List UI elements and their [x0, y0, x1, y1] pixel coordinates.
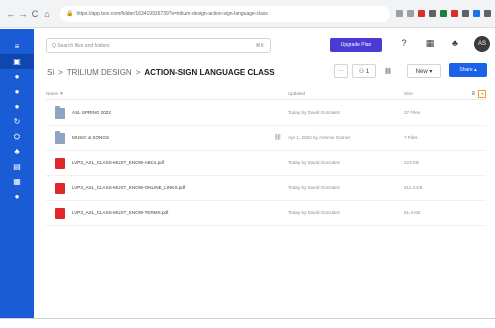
collections-icon[interactable]: ♣: [0, 144, 34, 159]
file-size: 61.4 KB: [404, 210, 421, 215]
file-size: 211.4 KB: [404, 185, 423, 190]
file-activity: Today by David Gonzalez: [288, 110, 341, 115]
back-icon[interactable]: ←: [6, 9, 16, 19]
menu-icon[interactable]: ≡: [0, 39, 34, 54]
copy-link-icon[interactable]: ⛓: [381, 64, 395, 78]
extension-grey-icon[interactable]: [429, 10, 436, 17]
breadcrumb-separator: >: [58, 67, 63, 77]
folder-icon: [55, 106, 65, 119]
home-icon[interactable]: ⌂: [42, 9, 52, 19]
pdf-file-icon: [55, 183, 65, 194]
pdf-file-icon: [55, 158, 65, 169]
file-size: 7 Files: [404, 135, 418, 140]
table-row[interactable]: LVP3_ASL_CLASS-MUST_KNOW-TERMS.pdf Today…: [46, 202, 486, 226]
files-icon[interactable]: ▣: [0, 54, 34, 69]
new-button[interactable]: New ▾: [407, 64, 441, 78]
list-view-icon[interactable]: ≡: [471, 91, 475, 97]
file-size: 37 Files: [404, 110, 421, 115]
file-name[interactable]: LVP3_ASL_CLASS-MUST_KNOW-TERMS.pdf: [72, 210, 168, 215]
settings-icon[interactable]: ⛭: [0, 129, 34, 144]
menu-kebab-icon[interactable]: [484, 10, 491, 17]
upgrade-plan-button[interactable]: Upgrade Plan: [330, 38, 382, 52]
forward-icon[interactable]: →: [18, 9, 28, 19]
folder-icon: [55, 131, 65, 144]
column-header-updated[interactable]: Updated: [288, 91, 305, 96]
address-bar[interactable]: 🔒 https://app.box.com/folder/16341992673…: [60, 5, 390, 22]
screen-bottom-edge: [0, 318, 495, 328]
help-icon[interactable]: ?: [398, 38, 410, 48]
share-button[interactable]: Share ▴: [449, 63, 487, 77]
file-activity: Today by David Gonzalez: [288, 160, 341, 165]
breadcrumb-parent[interactable]: TRILIUM DESIGN: [67, 68, 132, 77]
extension-green-icon[interactable]: [440, 10, 447, 17]
puzzle-icon[interactable]: [462, 10, 469, 17]
sync-icon[interactable]: ↻: [0, 114, 34, 129]
breadcrumb-root[interactable]: Si: [47, 68, 54, 77]
breadcrumb: Si > TRILIUM DESIGN > ACTION-SIGN LANGUA…: [47, 64, 275, 80]
more-options-button[interactable]: ···: [334, 64, 348, 78]
file-activity: Today by David Gonzalez: [288, 210, 341, 215]
extension-red-icon[interactable]: [418, 10, 425, 17]
bookmark-star-icon[interactable]: [407, 10, 414, 17]
shared-icon[interactable]: ●: [0, 99, 34, 114]
avatar[interactable]: AS: [474, 36, 490, 52]
file-name[interactable]: LVP3_ASL_CLASS-MUST_KNOW-ONLINE_LINKS.pd…: [72, 185, 185, 190]
table-row[interactable]: LVP3_ASL_CLASS-MUST_KNOW-ABCs.pdf Today …: [46, 152, 486, 176]
shared-link-icon[interactable]: ⛓: [274, 134, 282, 141]
pdf-file-icon: [55, 208, 65, 219]
members-button[interactable]: ⚇ 1: [352, 64, 376, 78]
url-text: https://app.box.com/folder/163419926739?…: [76, 10, 268, 17]
search-placeholder: Q Search files and folders: [52, 42, 110, 49]
profile-icon[interactable]: [473, 10, 480, 17]
apps-rail-icon[interactable]: ▦: [0, 174, 34, 189]
extension-red2-icon[interactable]: [451, 10, 458, 17]
breadcrumb-separator: >: [135, 67, 141, 77]
trash-icon[interactable]: ●: [0, 189, 34, 204]
left-nav-rail: ≡ ▣ ● ● ● ↻ ⛭ ♣ ▤ ▦ ●: [0, 29, 34, 328]
search-shortcut: ⌘K: [255, 42, 264, 49]
file-name[interactable]: MUSIC & SONGS: [72, 135, 109, 140]
lock-icon: 🔒: [66, 11, 74, 17]
reload-icon[interactable]: C: [30, 9, 40, 19]
file-size: 223 KB: [404, 160, 420, 165]
view-toggle: ≡ ◂: [471, 89, 486, 98]
notifications-icon[interactable]: ♣: [449, 38, 461, 48]
column-header-size[interactable]: Size: [404, 91, 413, 96]
file-activity: Apr 1, 2022 by Antonio Gomez: [288, 135, 351, 140]
recents-icon[interactable]: ●: [0, 69, 34, 84]
apps-grid-icon[interactable]: ▦: [424, 38, 436, 49]
file-name[interactable]: LVP3_ASL_CLASS-MUST_KNOW-ABCs.pdf: [72, 160, 164, 165]
table-row[interactable]: MUSIC & SONGS ⛓ Apr 1, 2022 by Antonio G…: [46, 127, 486, 151]
table-row[interactable]: LVP3_ASL_CLASS-MUST_KNOW-ONLINE_LINKS.pd…: [46, 177, 486, 201]
notes-icon[interactable]: ▤: [0, 159, 34, 174]
extension-icons: [396, 10, 491, 17]
search-input[interactable]: Q Search files and folders ⌘K: [46, 38, 271, 53]
file-list-header: Name ▼ Updated Size ≡ ◂: [46, 88, 486, 100]
browser-toolbar: ← → C ⌂ 🔒 https://app.box.com/folder/163…: [0, 0, 495, 28]
column-header-name[interactable]: Name ▼: [46, 91, 64, 96]
sidebar-toggle-icon[interactable]: ◂: [478, 89, 486, 98]
starred-icon[interactable]: ●: [0, 84, 34, 99]
file-activity: Today by David Gonzalez: [288, 185, 341, 190]
page-title: ACTION-SIGN LANGUAGE CLASS: [144, 67, 275, 77]
file-name[interactable]: ASL SPRING 2022: [72, 110, 111, 115]
zoom-icon[interactable]: [396, 10, 403, 17]
table-row[interactable]: ASL SPRING 2022 Today by David Gonzalez …: [46, 102, 486, 126]
